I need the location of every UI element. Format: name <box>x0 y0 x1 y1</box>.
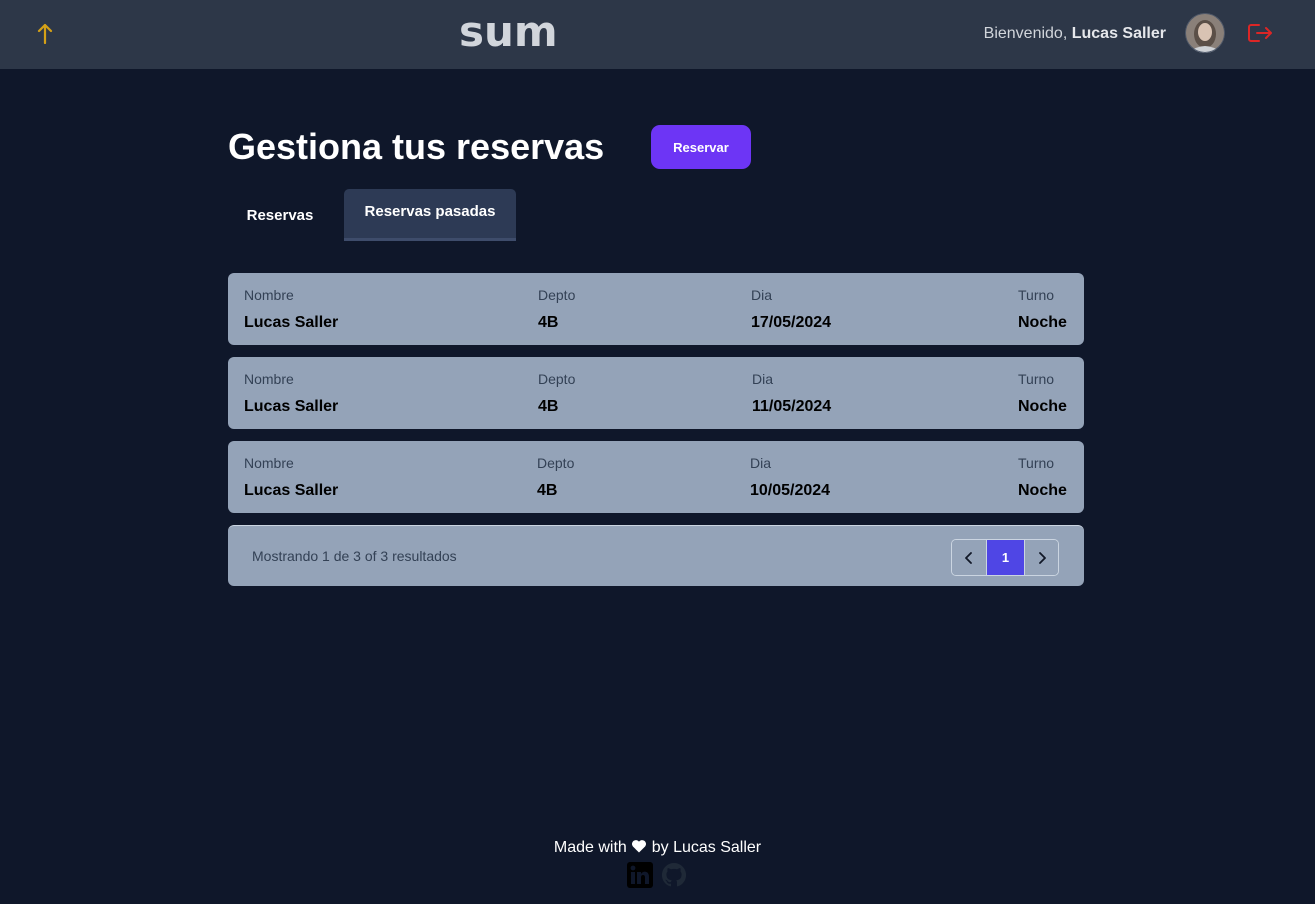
day-label: Dia <box>752 371 774 387</box>
footer-made-with: Made with <box>553 839 627 856</box>
shift-cell: Turno Noche <box>1018 287 1067 333</box>
reservation-card: Nombre Lucas Saller Depto 4B Dia 10/05/2… <box>228 441 1084 513</box>
name-value: Lucas Saller <box>244 398 339 415</box>
page-title: Gestiona tus reservas <box>228 126 605 167</box>
apt-value: 4B <box>538 398 559 415</box>
day-cell: Dia 17/05/2024 <box>751 287 831 333</box>
day-label: Dia <box>751 287 773 303</box>
name-cell: Nombre Lucas Saller <box>244 455 338 501</box>
pagination-nav: 1 <box>951 539 1059 576</box>
shift-value: Noche <box>1018 314 1067 331</box>
github-icon[interactable] <box>661 862 687 888</box>
welcome-message: Bienvenido, Lucas Saller <box>984 24 1166 44</box>
apt-label: Depto <box>538 371 576 387</box>
chevron-right-icon <box>1038 551 1046 564</box>
linkedin-icon[interactable] <box>627 862 653 888</box>
name-cell: Nombre Lucas Saller <box>244 287 338 333</box>
apt-label: Depto <box>538 287 576 303</box>
welcome-prefix: Bienvenido, <box>983 25 1072 42</box>
day-value: 11/05/2024 <box>752 398 832 415</box>
chevron-left-icon <box>965 551 972 564</box>
apt-cell: Depto 4B <box>538 371 575 417</box>
footer-author: by Lucas Saller <box>651 839 762 856</box>
apt-cell: Depto 4B <box>538 287 575 333</box>
apt-value: 4B <box>537 482 558 499</box>
user-name: Lucas Saller <box>1071 25 1166 42</box>
avatar[interactable] <box>1185 13 1225 53</box>
shift-value: Noche <box>1018 398 1067 415</box>
day-value: 10/05/2024 <box>750 482 831 499</box>
results-summary: Mostrando 1 de 3 of 3 resultados <box>252 548 457 564</box>
user-avatar-icon <box>1185 13 1225 53</box>
day-cell: Dia 10/05/2024 <box>750 455 830 501</box>
day-label: Dia <box>750 455 772 471</box>
name-value: Lucas Saller <box>244 482 339 499</box>
reserve-button[interactable]: Reservar <box>651 125 751 169</box>
app-logo[interactable]: sum <box>459 8 558 56</box>
reservation-card: Nombre Lucas Saller Depto 4B Dia 17/05/2… <box>228 273 1084 345</box>
logout-button[interactable] <box>1246 21 1274 45</box>
shift-label: Turno <box>1018 371 1055 387</box>
page-number-button[interactable]: 1 <box>986 540 1024 575</box>
name-label: Nombre <box>244 287 294 303</box>
apt-cell: Depto 4B <box>537 455 574 501</box>
name-label: Nombre <box>244 371 294 387</box>
top-navbar: sum Bienvenido, Lucas Saller <box>0 0 1315 69</box>
footer-credit: Made with by Lucas Saller <box>0 838 1315 858</box>
reservation-card: Nombre Lucas Saller Depto 4B Dia 11/05/2… <box>228 357 1084 429</box>
logout-icon <box>1248 24 1272 42</box>
shift-cell: Turno Noche <box>1018 371 1067 417</box>
shift-label: Turno <box>1018 455 1055 471</box>
name-label: Nombre <box>244 455 294 471</box>
footer-social-links <box>627 862 687 888</box>
arrow-up-icon <box>37 23 53 44</box>
pagination-bar: Mostrando 1 de 3 of 3 resultados 1 <box>228 525 1084 586</box>
day-cell: Dia 11/05/2024 <box>752 371 831 417</box>
shift-value: Noche <box>1018 482 1067 499</box>
previous-page-button[interactable] <box>952 540 986 575</box>
tab-reservas-pasadas[interactable]: Reservas pasadas <box>344 189 516 241</box>
apt-label: Depto <box>537 455 575 471</box>
shift-label: Turno <box>1018 287 1055 303</box>
shift-cell: Turno Noche <box>1018 455 1067 501</box>
name-value: Lucas Saller <box>244 314 339 331</box>
heart-icon <box>632 840 647 853</box>
tab-reservas[interactable]: Reservas <box>228 189 332 241</box>
apt-value: 4B <box>538 314 559 331</box>
name-cell: Nombre Lucas Saller <box>244 371 338 417</box>
scroll-up-button[interactable] <box>33 20 57 46</box>
next-page-button[interactable] <box>1024 540 1058 575</box>
day-value: 17/05/2024 <box>751 314 832 331</box>
